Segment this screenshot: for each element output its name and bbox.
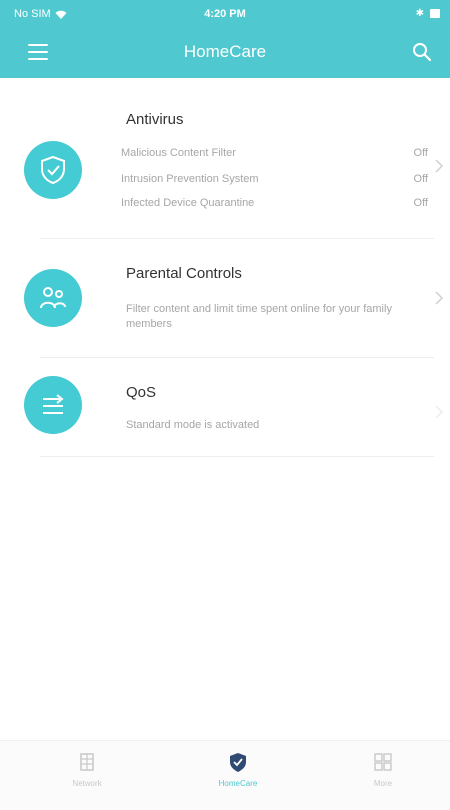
tab-more[interactable]: More [333, 751, 433, 788]
infected-device-quarantine-label: Infected Device Quarantine [121, 197, 255, 209]
qos-icon [24, 376, 82, 434]
tab-homecare-label: HomeCare [218, 779, 258, 788]
qos-description: Standard mode is activated [126, 419, 260, 431]
malicious-content-filter-status: Off [413, 147, 428, 159]
app-header: No SIM 4:20 PM ✱ HomeCare [0, 0, 450, 78]
tab-network[interactable]: Network [37, 751, 137, 788]
status-bar: No SIM 4:20 PM ✱ [0, 0, 450, 26]
bottom-nav: Network HomeCare More [0, 740, 450, 810]
antivirus-title: Antivirus [126, 111, 184, 128]
divider [40, 238, 434, 239]
parental-controls-title: Parental Controls [126, 265, 242, 282]
tab-network-label: Network [72, 779, 102, 788]
antivirus-shield-icon [24, 141, 82, 199]
intrusion-prevention-status: Off [413, 173, 428, 185]
divider [40, 456, 434, 457]
tab-more-label: More [373, 779, 393, 788]
parental-controls-icon [24, 269, 82, 327]
bluetooth-icon: ✱ [415, 8, 424, 19]
tab-homecare[interactable]: HomeCare [188, 751, 288, 788]
intrusion-prevention-label: Intrusion Prevention System [121, 173, 259, 185]
chevron-right-icon [435, 159, 444, 173]
nav-bar: HomeCare [0, 30, 450, 74]
chevron-right-icon [435, 405, 444, 419]
status-time: 4:20 PM [204, 8, 246, 20]
battery-icon [430, 9, 440, 18]
qos-title: QoS [126, 384, 157, 401]
page-title: HomeCare [183, 42, 267, 61]
infected-device-quarantine-status: Off [413, 197, 428, 209]
homecare-shield-icon [230, 753, 246, 772]
search-icon[interactable] [412, 42, 432, 62]
malicious-content-filter-label: Malicious Content Filter [121, 147, 236, 159]
chevron-right-icon [435, 291, 444, 305]
more-grid-icon [374, 753, 392, 771]
divider [40, 357, 434, 358]
status-icons: ✱ [416, 8, 440, 19]
parental-controls-description: Filter content and limit time spent onli… [126, 303, 392, 330]
network-icon [80, 753, 94, 771]
